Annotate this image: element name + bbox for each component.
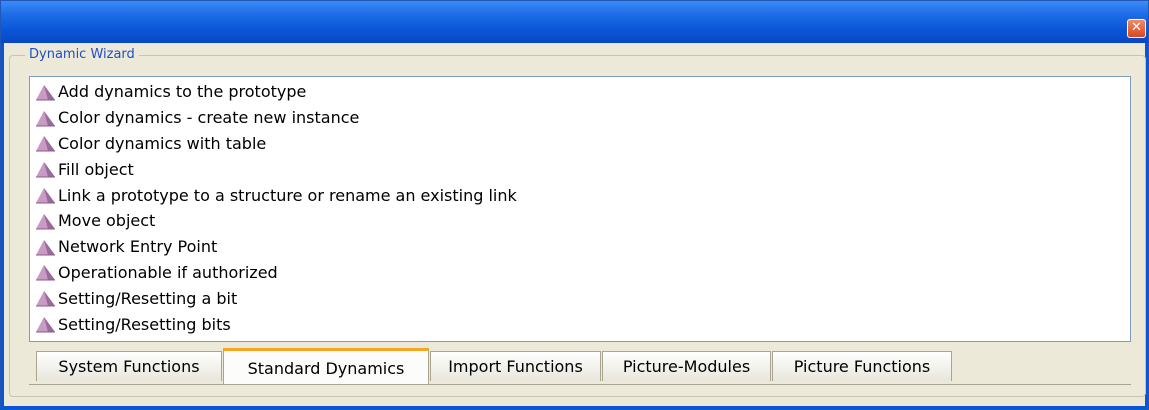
list-item-label: Fill object [58,159,134,179]
list-item[interactable]: Add dynamics to the prototype [35,79,1130,105]
list-item-label: Add dynamics to the prototype [58,82,307,102]
close-icon: ✕ [1131,20,1142,35]
wizard-wand-icon [36,291,55,307]
list-item[interactable]: Color dynamics - create new instance [35,105,1130,131]
tab-system-functions[interactable]: System Functions [36,351,222,381]
list-item[interactable]: Setting/Resetting bits [35,311,1130,337]
list-item-label: Setting/Resetting a bit [58,288,238,308]
tab-standard-dynamics[interactable]: Standard Dynamics [223,348,429,384]
list-item-label: Color dynamics - create new instance [58,108,360,128]
tab-picture-modules[interactable]: Picture-Modules [602,351,771,381]
tab-import-functions[interactable]: Import Functions [430,351,601,381]
tab-strip-baseline [29,384,1131,385]
list-item-label: Setting/Resetting bits [58,314,231,334]
wizard-wand-icon [36,265,55,281]
dynamic-wizard-window: ✕ Dynamic Wizard Add dynamics to the pro… [0,0,1149,410]
wizard-wand-icon [36,188,55,204]
close-button[interactable]: ✕ [1127,19,1146,38]
list-item[interactable]: Color dynamics with table [35,131,1130,157]
list-item[interactable]: Link a prototype to a structure or renam… [35,182,1130,208]
list-item[interactable]: Move object [35,208,1130,234]
wizard-wand-icon [36,110,55,127]
list-item[interactable]: Operationable if authorized [35,260,1130,286]
wizard-wand-icon [36,84,55,101]
wizard-list[interactable]: Add dynamics to the prototype Color dyna… [29,76,1131,342]
tab-label: Picture Functions [793,357,931,376]
list-item-label: Move object [58,211,156,231]
tab-picture-functions[interactable]: Picture Functions [772,351,952,381]
tab-label: Import Functions [448,357,583,376]
tab-label: Picture-Modules [622,357,751,376]
wizard-wand-icon [36,239,55,256]
list-item-label: Operationable if authorized [58,262,278,282]
list-item-label: Link a prototype to a structure or renam… [58,185,517,205]
list-item-label: Network Entry Point [58,237,218,257]
title-bar[interactable]: ✕ [1,1,1148,43]
tab-label: System Functions [58,357,200,376]
tab-label: Standard Dynamics [247,359,405,378]
list-item[interactable]: Fill object [35,156,1130,182]
list-item[interactable]: Network Entry Point [35,234,1130,260]
wizard-wand-icon [36,317,55,333]
wizard-wand-icon [36,136,55,152]
wizard-wand-icon [36,162,55,178]
group-title: Dynamic Wizard [25,47,139,63]
list-item-label: Color dynamics with table [58,133,267,153]
list-item[interactable]: Setting/Resetting a bit [35,285,1130,311]
wizard-wand-icon [36,213,55,230]
